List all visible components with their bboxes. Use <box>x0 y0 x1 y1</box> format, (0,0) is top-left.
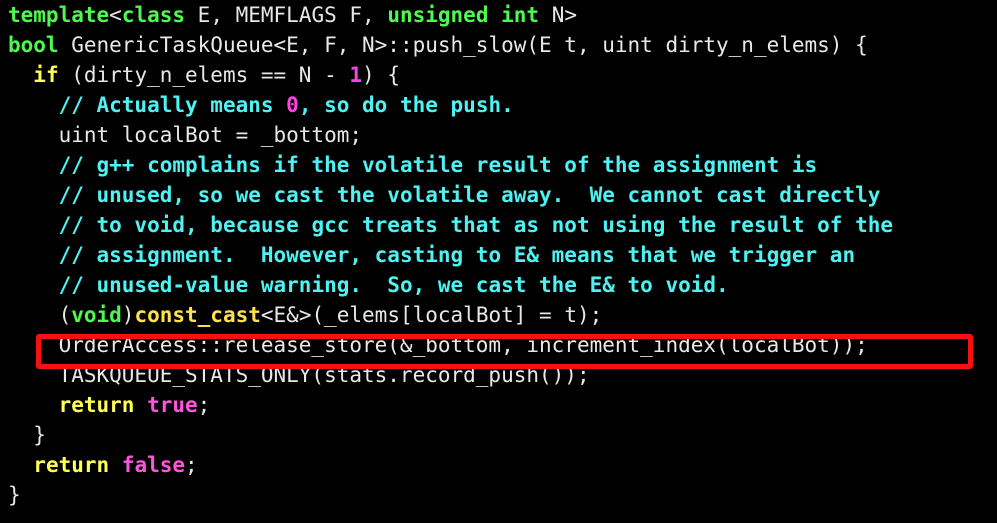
code-viewer[interactable]: template<class E, MEMFLAGS F, unsigned i… <box>0 0 997 523</box>
code-token-func: const_cast <box>134 303 261 327</box>
code-line: // Actually means 0, so do the push. <box>0 90 997 120</box>
code-token-comment: // unused-value warning. So, we cast the… <box>58 273 729 297</box>
code-line: bool GenericTaskQueue<E, F, N>::push_slo… <box>0 30 997 60</box>
code-token-number: 1 <box>349 63 363 87</box>
code-token-plain: ; <box>197 393 211 417</box>
code-line: // to void, because gcc treats that as n… <box>0 210 997 240</box>
code-token-plain: <E&>(_elems[localBot] = t); <box>260 303 603 327</box>
code-line: // assignment. However, casting to E& me… <box>0 240 997 270</box>
code-token-control: return <box>58 393 135 417</box>
code-line: if (dirty_n_elems == N - 1) { <box>0 60 997 90</box>
code-line: // g++ complains if the volatile result … <box>0 150 997 180</box>
code-token-control: if <box>33 63 59 87</box>
code-token-control: return <box>33 453 110 477</box>
code-token-comment: // g++ complains if the volatile result … <box>58 153 818 177</box>
code-token-comment: // to void, because gcc treats that as n… <box>58 213 894 237</box>
code-token-plain: N> <box>539 3 577 27</box>
code-line: return true; <box>0 390 997 420</box>
code-line: // unused, so we cast the volatile away.… <box>0 180 997 210</box>
code-token-plain: ) <box>121 303 135 327</box>
code-line: } <box>0 480 997 510</box>
code-token-plain: ; <box>185 453 198 477</box>
code-token-literal: true <box>147 393 198 417</box>
code-line: uint localBot = _bottom; <box>0 120 997 150</box>
code-line: // unused-value warning. So, we cast the… <box>0 270 997 300</box>
code-token-plain: } <box>8 483 21 507</box>
code-line: } <box>0 420 997 450</box>
code-line: TASKQUEUE_STATS_ONLY(stats.record_push()… <box>0 360 997 390</box>
code-token-number: 0 <box>286 93 299 117</box>
code-token-plain: GenericTaskQueue<E, F, N>::push_slow(E t… <box>58 33 868 57</box>
code-token-keyword: template <box>8 3 110 27</box>
code-line: template<class E, MEMFLAGS F, unsigned i… <box>0 0 997 30</box>
code-token-plain: OrderAccess::release_store(&_bottom, inc… <box>8 333 868 357</box>
code-lines-container: template<class E, MEMFLAGS F, unsigned i… <box>0 0 997 510</box>
code-token-keyword: bool <box>8 33 59 57</box>
code-token-keyword: unsigned int <box>387 3 540 27</box>
code-token-plain: uint localBot = _bottom; <box>8 123 363 147</box>
code-token-plain: } <box>8 423 46 447</box>
code-line: OrderAccess::release_store(&_bottom, inc… <box>0 330 997 360</box>
code-token-comment: // assignment. However, casting to E& me… <box>58 243 856 267</box>
code-token-comment: // unused, so we cast the volatile away.… <box>58 183 881 207</box>
code-token-keyword: class <box>121 3 186 27</box>
code-token-plain: E, MEMFLAGS F, <box>185 3 388 27</box>
code-line: (void)const_cast<E&>(_elems[localBot] = … <box>0 300 997 330</box>
code-line: return false; <box>0 450 997 480</box>
code-token-plain: TASKQUEUE_STATS_ONLY(stats.record_push()… <box>8 363 590 387</box>
code-token-plain: (dirty_n_elems == N - <box>58 63 350 87</box>
code-token-type: void <box>71 303 122 327</box>
code-token-literal: false <box>121 453 186 477</box>
code-token-plain: ) { <box>362 63 400 87</box>
code-token-plain: < <box>109 3 122 27</box>
code-token-plain: ( <box>8 303 72 327</box>
code-token-comment: , so do the push. <box>298 93 514 117</box>
code-token-comment: // Actually means <box>58 93 287 117</box>
